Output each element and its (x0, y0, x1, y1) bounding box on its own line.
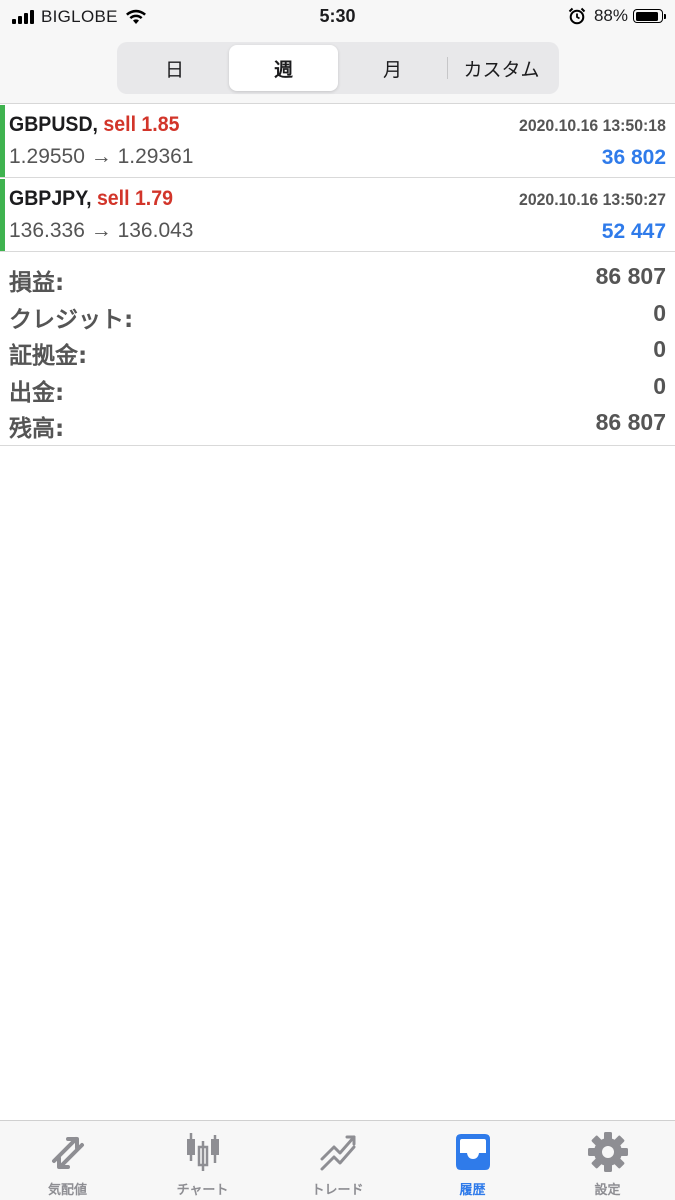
summary-label: クレジット: (9, 306, 134, 333)
battery-percent: 88% (593, 6, 628, 25)
tab-history[interactable]: 履歴 (405, 1121, 540, 1200)
quotes-icon (51, 1137, 84, 1169)
bottom-tab-bar: 気配値 チャート トレード 履歴 設定 (0, 1120, 675, 1200)
tab-trade[interactable]: トレード (270, 1121, 405, 1200)
deal-status-bar (0, 105, 5, 177)
settings-icon (587, 1132, 628, 1172)
tab-quotes[interactable]: 気配値 (0, 1121, 135, 1200)
deal-time: 2020.10.16 13:50:18 (519, 116, 666, 135)
summary-value: 0 (653, 372, 666, 399)
summary-value: 0 (653, 336, 666, 362)
summary-label: 損益: (9, 270, 65, 296)
summary-row-margin: 証拠金: 0 (0, 332, 675, 369)
status-bar: BIGLOBE 5:30 88% (0, 0, 675, 34)
summary-row-balance: 残高: 86 807 (0, 405, 675, 442)
tab-label: 設定 (594, 1183, 621, 1198)
symbol-name: GBPJPY, (9, 187, 92, 210)
period-tab-custom[interactable]: カスタム (447, 45, 556, 91)
battery-icon (633, 9, 666, 23)
period-tab-day[interactable]: 日 (120, 45, 229, 91)
deal-profit: 36 802 (601, 146, 666, 169)
chart-icon (186, 1133, 219, 1171)
tab-chart[interactable]: チャート (135, 1121, 270, 1200)
history-icon (455, 1134, 490, 1170)
summary-label: 残高: (9, 416, 65, 442)
deal-row[interactable]: GBPUSD, sell 1.85 2020.10.16 13:50:18 1.… (0, 105, 675, 178)
period-tab-month[interactable]: 月 (338, 45, 447, 91)
deal-prices: 1.29550 → 1.29361 (9, 145, 194, 168)
tab-label: トレード (311, 1183, 364, 1198)
summary-label: 証拠金: (9, 343, 88, 369)
deal-row[interactable]: GBPJPY, sell 1.79 2020.10.16 13:50:27 13… (0, 179, 675, 252)
period-segmented-control: 日 週 月 カスタム (117, 42, 559, 94)
symbol-name: GBPUSD, (9, 113, 98, 136)
header: 日 週 月 カスタム (0, 34, 675, 104)
deal-type-volume: sell 1.79 (96, 187, 173, 210)
tab-label: 気配値 (47, 1183, 87, 1198)
summary-row-withdrawal: 出金: 0 (0, 369, 675, 406)
alarm-clock-icon (568, 7, 586, 25)
summary-value: 0 (653, 299, 666, 326)
deal-type-volume: sell 1.85 (103, 113, 180, 136)
tab-label: チャート (176, 1183, 229, 1198)
tab-settings[interactable]: 設定 (540, 1121, 675, 1200)
summary-label: 出金: (9, 379, 65, 406)
deal-profit: 52 447 (601, 220, 666, 243)
tab-label: 履歴 (459, 1183, 486, 1198)
summary-value: 86 807 (595, 409, 666, 435)
deal-symbol: GBPJPY, sell 1.79 (9, 187, 173, 211)
deal-status-bar (0, 179, 5, 251)
summary-panel: 損益: 86 807 クレジット: 0 証拠金: 0 出金: 0 残高: 86 … (0, 253, 675, 446)
trade-icon (320, 1135, 355, 1171)
deal-symbol: GBPUSD, sell 1.85 (9, 113, 179, 137)
period-tab-week[interactable]: 週 (229, 45, 338, 91)
summary-row-credit: クレジット: 0 (0, 296, 675, 333)
deal-prices: 136.336 → 136.043 (9, 219, 194, 242)
summary-row-profit: 損益: 86 807 (0, 259, 675, 296)
summary-value: 86 807 (595, 263, 666, 289)
deal-time: 2020.10.16 13:50:27 (519, 190, 666, 209)
